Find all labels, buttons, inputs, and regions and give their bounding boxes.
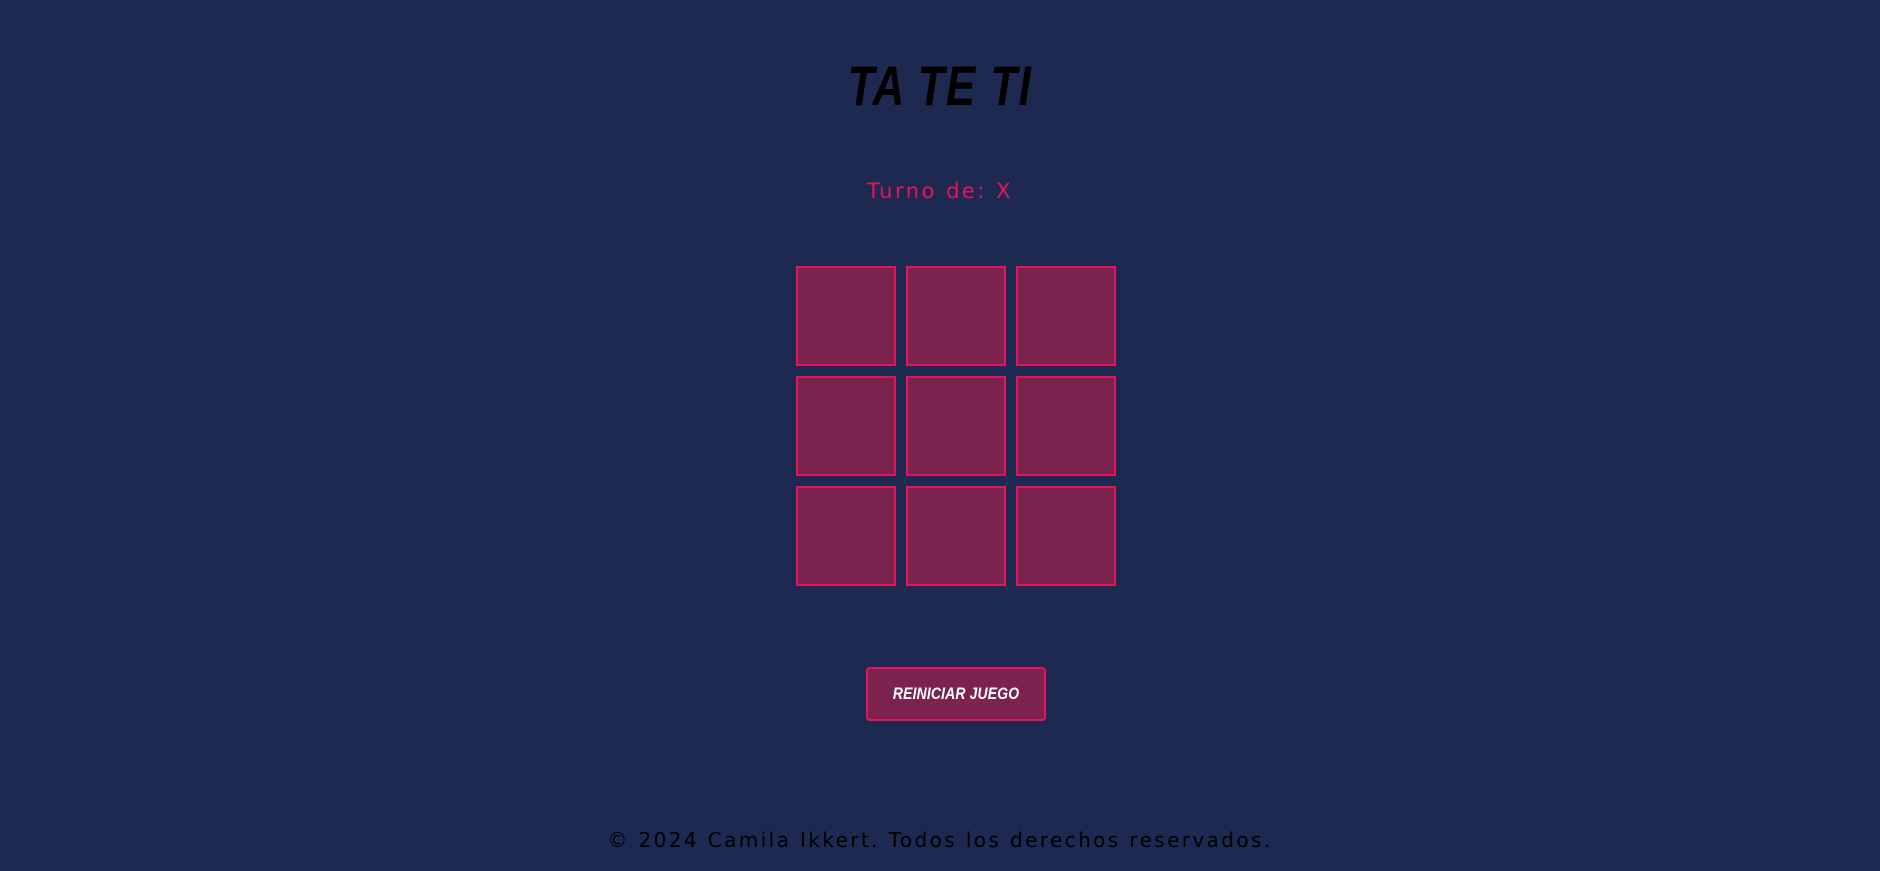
reset-game-label: Reiniciar juego [892, 684, 1020, 703]
board-cell-7[interactable] [796, 486, 896, 586]
board-cell-2[interactable] [906, 266, 1006, 366]
board-cell-9[interactable] [1016, 486, 1116, 586]
board-cell-3[interactable] [1016, 266, 1116, 366]
reset-game-button[interactable]: Reiniciar juego [866, 667, 1046, 721]
board-cell-8[interactable] [906, 486, 1006, 586]
board-cell-5[interactable] [906, 376, 1006, 476]
turn-indicator: Turno de: X [867, 179, 1013, 203]
footer-copyright: © 2024 Camila Ikkert. Todos los derechos… [607, 828, 1273, 852]
board-cell-1[interactable] [796, 266, 896, 366]
board-cell-4[interactable] [796, 376, 896, 476]
board-cell-6[interactable] [1016, 376, 1116, 476]
game-board [796, 266, 1116, 586]
game-title: TA TE TI [847, 54, 1033, 117]
